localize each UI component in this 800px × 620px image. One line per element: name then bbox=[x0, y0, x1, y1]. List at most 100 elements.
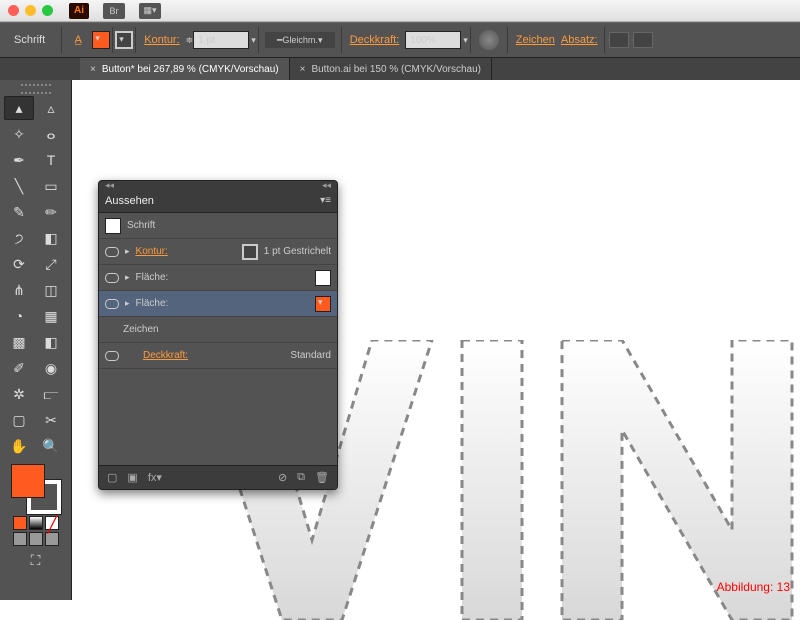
stroke-swatch-icon[interactable] bbox=[242, 244, 258, 260]
appearance-row-kontur[interactable]: ▸ Kontur: 1 pt Gestrichelt bbox=[99, 239, 337, 265]
magic-wand-tool[interactable]: ✧ bbox=[4, 122, 34, 146]
scale-tool[interactable]: ⤢ bbox=[36, 252, 66, 276]
blend-tool[interactable]: ◉ bbox=[36, 356, 66, 380]
shape-builder-tool[interactable]: ◔ bbox=[4, 304, 34, 328]
fill-swatch-icon[interactable] bbox=[11, 464, 45, 498]
line-tool[interactable]: ╲ bbox=[4, 174, 34, 198]
appearance-row-zeichen[interactable]: Zeichen bbox=[99, 317, 337, 343]
appearance-row-schrift[interactable]: Schrift bbox=[99, 213, 337, 239]
stroke-weight-value: 1 pt bbox=[198, 35, 215, 46]
opacity-input[interactable]: 100% bbox=[405, 31, 461, 49]
paragraph-panel-link[interactable]: Absatz: bbox=[561, 34, 598, 46]
none-mode-button[interactable]: ╱ bbox=[45, 516, 59, 530]
character-panel-link[interactable]: Zeichen bbox=[516, 34, 555, 46]
perspective-grid-tool[interactable]: ▦ bbox=[36, 304, 66, 328]
expand-icon[interactable]: ▸ bbox=[125, 298, 130, 309]
mesh-tool[interactable]: ▩ bbox=[4, 330, 34, 354]
hand-tool[interactable]: ✋ bbox=[4, 434, 34, 458]
pencil-tool[interactable]: ✏ bbox=[36, 200, 66, 224]
layout-button[interactable]: ▦▾ bbox=[139, 3, 161, 19]
expand-icon[interactable]: ▸ bbox=[125, 272, 130, 283]
document-tab-label: Button.ai bei 150 % (CMYK/Vorschau) bbox=[311, 64, 481, 75]
kontur-link[interactable]: Kontur: bbox=[144, 34, 179, 46]
row-label: Fläche: bbox=[136, 272, 169, 283]
document-tab[interactable]: × Button.ai bei 150 % (CMYK/Vorschau) bbox=[290, 58, 492, 80]
panel-collapse-bar[interactable]: ◂◂◂◂ bbox=[99, 181, 337, 189]
bridge-button[interactable]: Br bbox=[103, 3, 125, 19]
appearance-row-flaeche[interactable]: ▸ Fläche: bbox=[99, 265, 337, 291]
gradient-mode-button[interactable] bbox=[29, 516, 43, 530]
row-label[interactable]: Deckkraft: bbox=[143, 350, 188, 361]
fill-swatch-icon[interactable] bbox=[315, 270, 331, 286]
document-tab[interactable]: × Button* bei 267,89 % (CMYK/Vorschau) bbox=[80, 58, 290, 80]
row-value: 1 pt Gestrichelt bbox=[264, 246, 331, 257]
visibility-toggle-icon[interactable] bbox=[105, 271, 119, 285]
align-left-button[interactable] bbox=[609, 32, 629, 48]
expand-icon[interactable]: ▸ bbox=[125, 246, 130, 257]
stroke-profile-dropdown[interactable]: ━ Gleichm.▾ bbox=[265, 32, 335, 48]
direct-selection-tool[interactable]: ▵ bbox=[36, 96, 66, 120]
row-label: Fläche: bbox=[136, 298, 169, 309]
zoom-tool[interactable]: 🔍 bbox=[36, 434, 66, 458]
new-stroke-button[interactable]: ▢ bbox=[107, 471, 117, 484]
new-fill-button[interactable]: ▣ bbox=[127, 471, 137, 484]
divider bbox=[258, 27, 259, 53]
free-transform-tool[interactable]: ◫ bbox=[36, 278, 66, 302]
fill-stroke-control[interactable] bbox=[11, 464, 61, 514]
row-value: Standard bbox=[290, 350, 331, 361]
delete-item-button[interactable]: 🗑 bbox=[315, 471, 329, 484]
main-area: ▴ ▵ ✧ ⴰ ✒ T ╲ ▭ ✎ ✏ ੭ ◧ ⟳ ⤢ ⋔ ◫ ◔ ▦ ▩ ◧ … bbox=[0, 80, 800, 600]
close-window-button[interactable] bbox=[8, 5, 19, 16]
visibility-toggle-icon[interactable] bbox=[105, 297, 119, 311]
rectangle-tool[interactable]: ▭ bbox=[36, 174, 66, 198]
stroke-weight-dropdown[interactable] bbox=[249, 34, 256, 46]
rotate-tool[interactable]: ⟳ bbox=[4, 252, 34, 276]
add-effect-button[interactable]: fx▾ bbox=[148, 471, 162, 484]
fill-swatch[interactable] bbox=[92, 31, 110, 49]
document-tab-label: Button* bei 267,89 % (CMYK/Vorschau) bbox=[102, 64, 279, 75]
lasso-tool[interactable]: ⴰ bbox=[36, 122, 66, 146]
appearance-row-deckkraft[interactable]: Deckkraft: Standard bbox=[99, 343, 337, 369]
symbol-sprayer-tool[interactable]: ✲ bbox=[4, 382, 34, 406]
type-tool[interactable]: T bbox=[36, 148, 66, 172]
close-tab-icon[interactable]: × bbox=[300, 64, 306, 75]
gradient-tool[interactable]: ◧ bbox=[36, 330, 66, 354]
clear-appearance-button[interactable]: ⊘ bbox=[278, 471, 287, 484]
opacity-link[interactable]: Deckkraft: bbox=[350, 34, 400, 46]
panel-grip[interactable] bbox=[4, 84, 67, 94]
panel-menu-icon[interactable]: ▾≡ bbox=[320, 195, 331, 206]
selection-tool[interactable]: ▴ bbox=[4, 96, 34, 120]
divider bbox=[61, 27, 62, 53]
document-tab-strip: × Button* bei 267,89 % (CMYK/Vorschau) ×… bbox=[0, 58, 800, 80]
row-label[interactable]: Kontur: bbox=[136, 246, 168, 257]
visibility-toggle-icon[interactable] bbox=[105, 245, 119, 259]
paintbrush-tool[interactable]: ✎ bbox=[4, 200, 34, 224]
minimize-window-button[interactable] bbox=[25, 5, 36, 16]
visibility-toggle-icon[interactable] bbox=[105, 349, 119, 363]
opacity-dropdown[interactable] bbox=[461, 34, 468, 46]
screen-mode-button[interactable]: ⛶ bbox=[10, 548, 62, 572]
draw-normal-button[interactable] bbox=[13, 532, 27, 546]
slice-tool[interactable]: ✂ bbox=[36, 408, 66, 432]
appearance-panel-title[interactable]: Aussehen bbox=[105, 195, 154, 207]
eyedropper-tool[interactable]: ✐ bbox=[4, 356, 34, 380]
stroke-weight-input[interactable]: 1 pt bbox=[193, 31, 249, 49]
fill-swatch-icon[interactable] bbox=[315, 296, 331, 312]
zoom-window-button[interactable] bbox=[42, 5, 53, 16]
stroke-swatch[interactable] bbox=[115, 31, 133, 49]
width-tool[interactable]: ⋔ bbox=[4, 278, 34, 302]
pen-tool[interactable]: ✒ bbox=[4, 148, 34, 172]
blob-brush-tool[interactable]: ੭ bbox=[4, 226, 34, 250]
close-tab-icon[interactable]: × bbox=[90, 64, 96, 75]
color-mode-button[interactable] bbox=[13, 516, 27, 530]
duplicate-item-button[interactable]: ⧉ bbox=[297, 471, 305, 484]
eraser-tool[interactable]: ◧ bbox=[36, 226, 66, 250]
graph-tool[interactable]: ⫍ bbox=[36, 382, 66, 406]
align-center-button[interactable] bbox=[633, 32, 653, 48]
artboard-tool[interactable]: ▢ bbox=[4, 408, 34, 432]
recolor-artwork-button[interactable] bbox=[479, 30, 499, 50]
draw-behind-button[interactable] bbox=[29, 532, 43, 546]
divider bbox=[604, 27, 605, 53]
appearance-row-flaeche-selected[interactable]: ▸ Fläche: bbox=[99, 291, 337, 317]
text-color-icon[interactable]: A̲ bbox=[68, 30, 88, 50]
